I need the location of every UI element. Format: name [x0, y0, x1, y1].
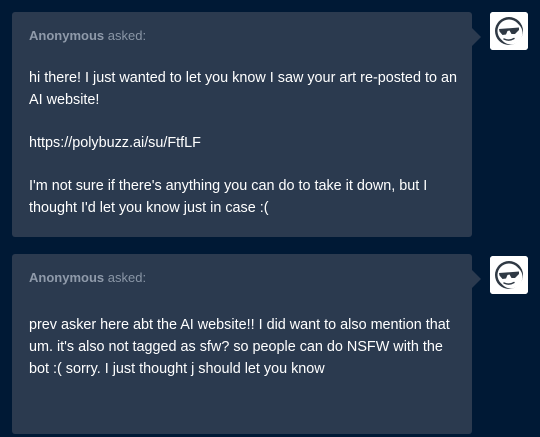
asker-name[interactable]: Anonymous: [29, 270, 104, 285]
ask-url-text: https://polybuzz.ai/su/FtfLF: [29, 135, 201, 151]
asked-label: asked:: [107, 28, 147, 43]
ask-thread: Anonymous asked: hi there! I just wanted…: [0, 0, 540, 437]
asker-line: Anonymous asked:: [29, 28, 146, 43]
anonymous-sunglasses-face-icon: [490, 256, 528, 294]
asked-label: asked:: [107, 270, 147, 285]
ask-paragraph: hi there! I just wanted to let you know …: [29, 70, 457, 108]
ask-paragraph: I'm not sure if there's anything you can…: [29, 178, 428, 216]
anonymous-avatar[interactable]: [490, 12, 528, 50]
ask-bubble: Anonymous asked: hi there! I just wanted…: [12, 12, 481, 237]
ask-paragraph: prev asker here abt the AI website!! I d…: [29, 317, 450, 377]
asker-line: Anonymous asked:: [29, 270, 146, 285]
anonymous-sunglasses-face-icon: [490, 12, 528, 50]
ask-bubble: Anonymous asked: prev asker here abt the…: [12, 254, 481, 434]
asker-name[interactable]: Anonymous: [29, 28, 104, 43]
anonymous-avatar[interactable]: [490, 256, 528, 294]
